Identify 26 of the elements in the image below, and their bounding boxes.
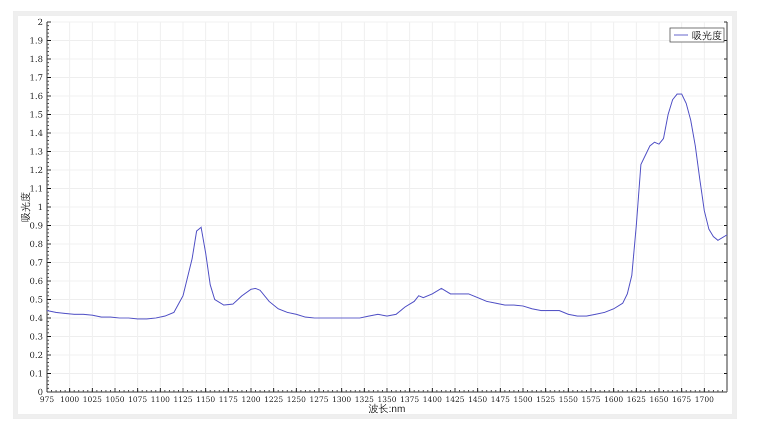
y-tick-label: 1 (38, 203, 43, 213)
y-tick-label: 0.6 (29, 277, 43, 287)
y-tick-label: 0.5 (29, 296, 43, 306)
y-tick-label: 0 (38, 388, 43, 398)
legend-label: 吸光度 (692, 31, 722, 42)
y-tick-label: 0.7 (29, 258, 43, 268)
y-tick-label: 1.7 (29, 74, 43, 84)
y-tick-label: 1.3 (29, 148, 43, 158)
legend-box (670, 28, 724, 42)
y-tick-label: 2 (38, 18, 43, 28)
y-tick-label: 0.2 (29, 351, 43, 361)
y-tick-label: 0.4 (29, 314, 43, 324)
y-axis-title: 吸光度 (21, 192, 32, 222)
y-tick-label: 0.9 (29, 222, 43, 232)
y-tick-label: 0.3 (29, 332, 43, 342)
x-axis-title: 波长:nm (368, 404, 406, 414)
y-tick-label: 0.1 (29, 370, 43, 380)
y-tick-label: 1.4 (29, 129, 43, 139)
y-tick-label: 1.9 (29, 36, 43, 46)
y-tick-label: 0.8 (29, 240, 43, 250)
y-tick-label: 1.6 (29, 92, 43, 102)
y-tick-label: 1.2 (29, 166, 43, 176)
y-tick-label: 1.5 (29, 110, 43, 120)
legend-line-icon (674, 34, 688, 36)
y-tick-label: 1.1 (29, 184, 43, 194)
y-tick-label: 1.8 (29, 55, 43, 65)
